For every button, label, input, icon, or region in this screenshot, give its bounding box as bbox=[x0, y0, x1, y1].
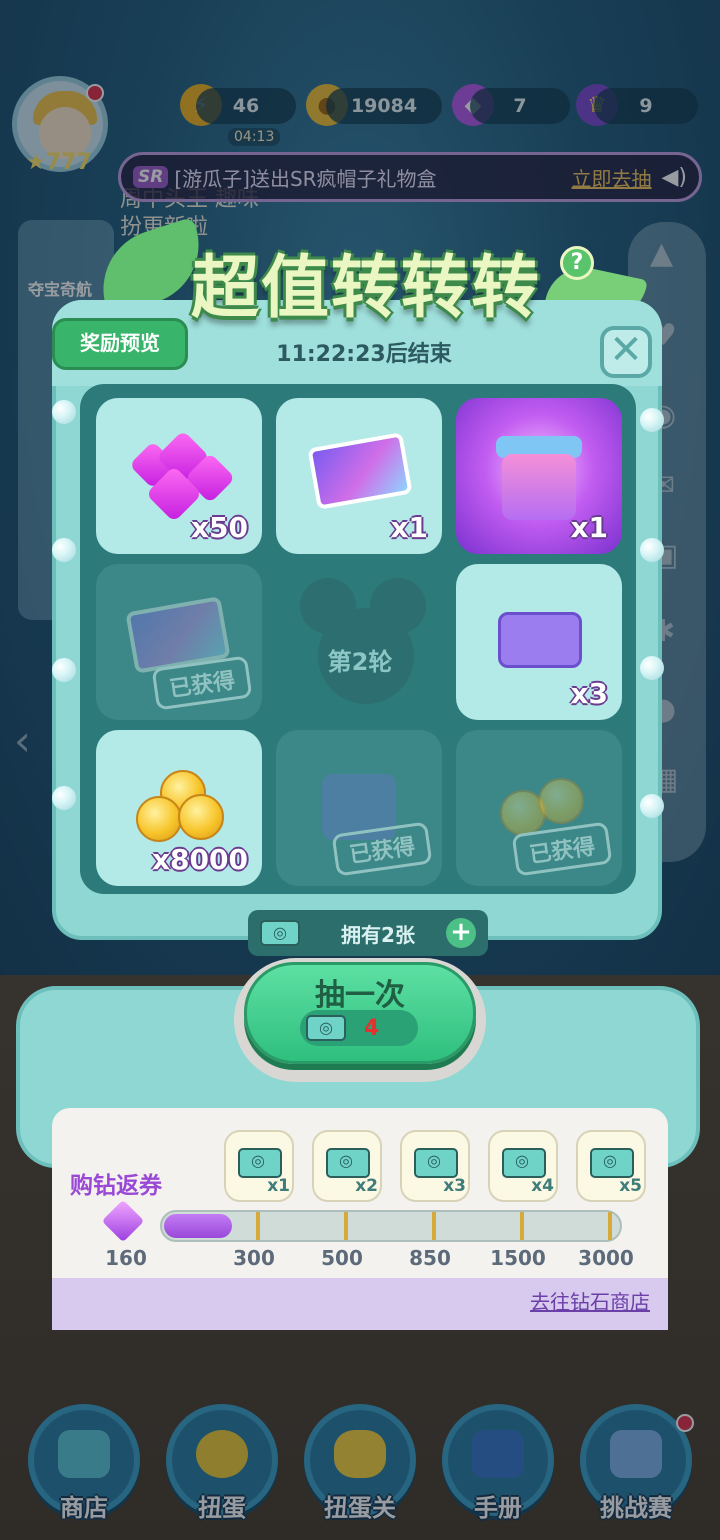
spin-ticket-icon bbox=[238, 1148, 282, 1178]
reward-qty: x8000 bbox=[152, 843, 248, 876]
tier-amount: 300 bbox=[233, 1246, 275, 1270]
diamond-store-link[interactable]: 去往钻石商店 bbox=[490, 1286, 650, 1315]
draw-once-label[interactable]: 抽一次 bbox=[244, 970, 476, 1014]
tier-reward[interactable]: x5 bbox=[576, 1130, 646, 1202]
light-bulb bbox=[52, 538, 76, 562]
round-mickey-emblem bbox=[300, 578, 426, 704]
tier-marker bbox=[608, 1212, 612, 1240]
tier-reward[interactable]: x2 bbox=[312, 1130, 382, 1202]
event-title: 超值转转转 bbox=[190, 249, 541, 328]
reward-cell-scan-ticket[interactable]: x3 bbox=[456, 564, 622, 720]
reward-cell-mickey-card[interactable]: x1 bbox=[276, 398, 442, 554]
reward-preview-button[interactable]: 奖励预览 bbox=[52, 318, 188, 370]
reward-qty: x1 bbox=[570, 511, 608, 544]
round-label: 第2轮 bbox=[327, 648, 393, 676]
reward-qty: x3 bbox=[570, 677, 608, 710]
tier-reward-qty: x5 bbox=[619, 1176, 642, 1196]
reward-cell-obtained: 已获得 bbox=[96, 564, 262, 720]
tier-amount: 3000 bbox=[578, 1246, 634, 1270]
add-ticket-button[interactable]: + bbox=[446, 918, 476, 948]
sr-gift-box-icon bbox=[502, 454, 576, 520]
reward-qty: x50 bbox=[190, 511, 248, 544]
light-bulb bbox=[640, 794, 664, 818]
spin-ticket-icon bbox=[414, 1148, 458, 1178]
current-diamonds: 160 bbox=[105, 1246, 147, 1270]
coin-stack-icon bbox=[136, 796, 182, 842]
tier-marker bbox=[256, 1212, 260, 1240]
tier-amount: 500 bbox=[321, 1246, 363, 1270]
tier-reward[interactable]: x1 bbox=[224, 1130, 294, 1202]
spin-ticket-icon bbox=[260, 920, 300, 946]
reward-cell-coins[interactable]: x8000 bbox=[96, 730, 262, 886]
reward-cell-obtained: 已获得 bbox=[276, 730, 442, 886]
tier-marker bbox=[344, 1212, 348, 1240]
reward-qty: x1 bbox=[390, 511, 428, 544]
tier-reward-qty: x1 bbox=[267, 1176, 290, 1196]
tier-reward[interactable]: x4 bbox=[488, 1130, 558, 1202]
light-bulb bbox=[640, 538, 664, 562]
event-countdown: 11:22:23后结束 bbox=[276, 342, 452, 367]
mickey-card-icon bbox=[307, 432, 413, 510]
diamond-icon bbox=[104, 1204, 146, 1240]
reward-cell-gems[interactable]: x50 bbox=[96, 398, 262, 554]
tier-reward-qty: x4 bbox=[531, 1176, 554, 1196]
coin-stack-icon bbox=[538, 778, 584, 824]
light-bulb bbox=[52, 786, 76, 810]
rebate-title: 购钻返券 bbox=[70, 1173, 162, 1199]
coin-stack-icon bbox=[178, 794, 224, 840]
tier-amount: 850 bbox=[409, 1246, 451, 1270]
spin-ticket-icon bbox=[306, 1015, 346, 1041]
tier-reward-qty: x3 bbox=[443, 1176, 466, 1196]
owned-tickets-bar: 拥有2张 + bbox=[248, 910, 488, 956]
draw-cost[interactable]: 4 bbox=[300, 1010, 418, 1046]
tier-reward-qty: x2 bbox=[355, 1176, 378, 1196]
spin-ticket-icon bbox=[326, 1148, 370, 1178]
tier-marker bbox=[520, 1212, 524, 1240]
spin-ticket-icon bbox=[590, 1148, 634, 1178]
scan-ticket-icon bbox=[498, 612, 582, 668]
tier-reward[interactable]: x3 bbox=[400, 1130, 470, 1202]
rebate-progress-bar bbox=[160, 1210, 622, 1242]
light-bulb bbox=[640, 656, 664, 680]
tier-marker bbox=[432, 1212, 436, 1240]
light-bulb bbox=[52, 658, 76, 682]
light-bulb bbox=[52, 400, 76, 424]
reward-cell-sr-gift-box[interactable]: x1 bbox=[456, 398, 622, 554]
close-button[interactable]: ✕ bbox=[600, 326, 652, 378]
light-bulb bbox=[640, 408, 664, 432]
spin-ticket-icon bbox=[502, 1148, 546, 1178]
owned-tickets-label: 拥有2张 bbox=[341, 922, 415, 947]
help-button[interactable]: ? bbox=[560, 246, 594, 280]
reward-cell-obtained: 已获得 bbox=[456, 730, 622, 886]
draw-cost-value: 4 bbox=[364, 1015, 380, 1041]
tier-amount: 1500 bbox=[490, 1246, 546, 1270]
rebate-progress-fill bbox=[164, 1214, 232, 1238]
